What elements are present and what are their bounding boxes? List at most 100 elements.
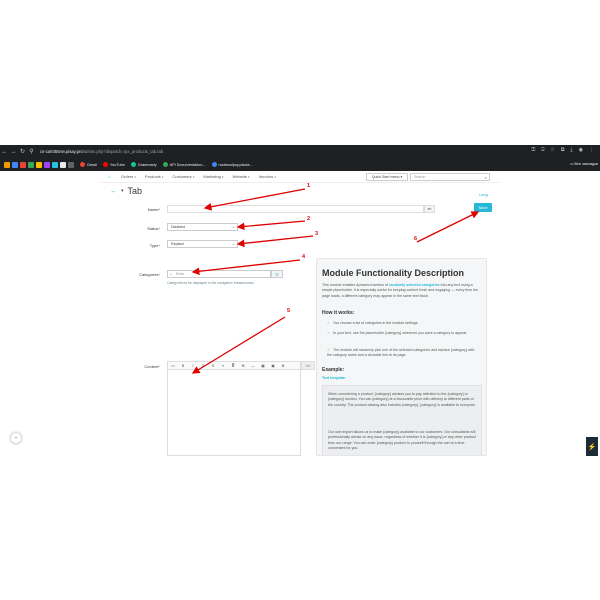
type-select[interactable]: Replace ⌄: [167, 240, 238, 248]
example-paragraph-1: When considering a product, {category} a…: [328, 392, 476, 407]
bookmark-api-docs[interactable]: API Documentation...: [162, 162, 206, 167]
status-value: Disabled: [171, 225, 185, 229]
chevron-down-icon: ▾: [274, 175, 276, 179]
screenshot-canvas: ← → ↻ ⚲ cs-cart455mv.pisay.pro/admin.php…: [0, 0, 600, 600]
all-bookmarks[interactable]: ▭ Все закладки: [570, 161, 598, 166]
toolbar-table-button[interactable]: ⊞: [238, 364, 248, 368]
url-path: /admin.php?dispatch=rpx_products_tab.tab: [82, 149, 164, 154]
nav-label: Website: [232, 174, 247, 179]
toolbar-media-button[interactable]: ▣: [268, 364, 278, 368]
chevron-down-icon: ▾: [161, 175, 164, 179]
nav-products[interactable]: Products ▾: [145, 174, 163, 179]
toolbar-italic-button[interactable]: I: [188, 364, 198, 368]
check-icon: ✓: [327, 331, 331, 335]
nav-orders[interactable]: Orders ▾: [121, 174, 136, 179]
toolbar-source-button[interactable]: <>: [168, 364, 178, 368]
categories-tree-button[interactable]: ☰: [271, 270, 283, 278]
search-placeholder: Search: [414, 175, 426, 179]
nav-label: Customers: [172, 174, 192, 179]
home-icon[interactable]: ⌂: [108, 174, 111, 180]
name-language-select[interactable]: en: [424, 205, 435, 213]
annotation-number-5: 5: [287, 308, 291, 314]
bookmark-app-icon[interactable]: [52, 161, 58, 168]
bookmark-grammarly[interactable]: Grammarly: [130, 162, 157, 167]
save-button[interactable]: Save: [474, 203, 492, 212]
toolbar-underline-button[interactable]: U: [198, 364, 208, 368]
content-editor[interactable]: [167, 370, 301, 456]
nav-label: Marketing: [203, 174, 221, 179]
categories-label-text: Categories: [139, 272, 159, 277]
back-arrow-icon[interactable]: ←: [110, 188, 117, 195]
name-input[interactable]: [167, 205, 424, 213]
key-icon[interactable]: ⚿: [532, 147, 536, 153]
categories-input[interactable]: ⌕ Enter: [167, 270, 271, 278]
status-select[interactable]: Disabled ⌄: [167, 223, 238, 231]
status-label-text: Status: [147, 226, 159, 231]
search-icon[interactable]: ⌕: [485, 175, 487, 180]
bookmark-app-icon[interactable]: [60, 161, 66, 168]
code-view-button[interactable]: </>: [301, 361, 315, 370]
bookmark-gmail[interactable]: Gmail: [80, 162, 97, 167]
bookmark-label: API Documentation...: [169, 162, 206, 167]
bookmark-site[interactable]: rusbesolpsy.pisola...: [211, 162, 253, 167]
extensions-icon[interactable]: ⧉: [561, 147, 565, 153]
bookmark-app-icon[interactable]: [44, 161, 50, 168]
forward-icon[interactable]: →: [9, 149, 18, 155]
categories-placeholder: Enter: [176, 272, 185, 276]
nav-customers[interactable]: Customers ▾: [172, 174, 194, 179]
toolbar-bold-button[interactable]: B: [178, 364, 188, 368]
bookmark-app-icon[interactable]: [28, 161, 34, 168]
notification-widget[interactable]: ⚡: [586, 437, 598, 456]
intro-highlight: randomly selected categories: [389, 283, 440, 287]
toolbar-strike-button[interactable]: S: [208, 364, 218, 368]
all-bookmarks-label: Все закладки: [574, 162, 598, 166]
site-info-icon[interactable]: ⚲: [27, 148, 36, 155]
description-panel: Module Functionality Description This mo…: [316, 258, 487, 456]
back-icon[interactable]: ←: [0, 149, 9, 155]
categories-label: Categories*: [100, 272, 160, 277]
bookmark-label: rusbesolpsy.pisola...: [218, 162, 253, 167]
star-icon[interactable]: ☆: [550, 147, 554, 153]
chevron-down-icon[interactable]: ▾: [121, 188, 124, 194]
annotation-number-1: 1: [307, 183, 311, 189]
nav-marketing[interactable]: Marketing ▾: [203, 174, 223, 179]
apps-grid-icon[interactable]: [68, 161, 74, 168]
youtube-icon: [102, 162, 108, 167]
chevron-down-icon: ▾: [222, 175, 224, 179]
browser-actions: ⚿ ⍈ ☆ ⧉ ⤓ ◉ ⋮: [532, 147, 594, 153]
bookmark-app-icon[interactable]: [12, 161, 18, 168]
toolbar-hr-button[interactable]: —: [248, 364, 258, 368]
grammarly-icon: [130, 162, 136, 167]
editor-toolbar: <> B I U S ≡ ≣ ⊞ — ▦ ▣ ⚙: [167, 361, 301, 370]
chevron-down-icon: ▾: [134, 175, 136, 179]
chat-widget-icon[interactable]: ⌁: [10, 432, 22, 444]
address-bar[interactable]: cs-cart455mv.pisay.pro/admin.php?dispatc…: [40, 149, 163, 154]
bookmark-youtube[interactable]: YouTube: [102, 162, 125, 167]
toolbar-list-button[interactable]: ≡: [218, 364, 228, 368]
download-icon[interactable]: ⤓: [570, 147, 572, 153]
gmail-icon: [80, 162, 85, 167]
bookmarks-bar: Gmail YouTube Grammarly API Documentatio…: [0, 158, 600, 171]
language-link[interactable]: Lang: [479, 192, 488, 197]
bookmark-app-icon[interactable]: [36, 161, 42, 168]
page-title: Tab: [127, 186, 143, 196]
bookmark-app-icon[interactable]: [20, 161, 26, 168]
toolbar-image-button[interactable]: ▦: [258, 364, 268, 368]
intro-text: This module enables dynamic insertion of: [322, 283, 389, 287]
reload-icon[interactable]: ↻: [18, 148, 27, 155]
profile-icon[interactable]: ◉: [579, 147, 583, 153]
quick-start-menu[interactable]: Quick Start menu ▾: [366, 173, 408, 181]
chevron-down-icon: ⌄: [231, 225, 235, 229]
translate-icon[interactable]: ⍈: [541, 147, 544, 153]
menu-icon[interactable]: ⋮: [589, 147, 594, 153]
admin-search-input[interactable]: Search ⌕: [410, 173, 490, 181]
nav-vendors[interactable]: Vendors ▾: [259, 174, 276, 179]
bookmark-app-icon[interactable]: [4, 161, 10, 168]
nav-label: Orders: [121, 174, 134, 179]
toolbar-settings-button[interactable]: ⚙: [278, 364, 288, 368]
type-label: Type*: [100, 243, 160, 248]
toolbar-ordered-list-button[interactable]: ≣: [228, 364, 238, 368]
nav-website[interactable]: Website ▾: [233, 174, 250, 179]
example-link[interactable]: Text template:: [322, 376, 472, 381]
panel-title: Module Functionality Description: [322, 268, 465, 278]
